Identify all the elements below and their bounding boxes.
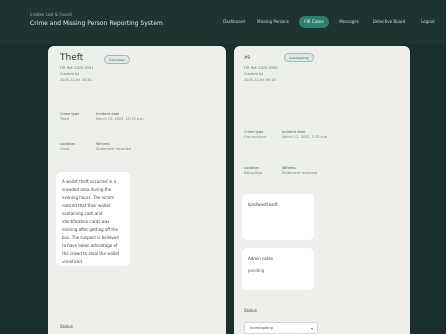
status-select[interactable]: Investigating ▾ (244, 322, 318, 334)
case-description-text: A wallet theft occurred in a crowded are… (62, 179, 120, 264)
nav-messages[interactable]: Messages (335, 16, 363, 28)
field-value-location: Court (60, 147, 70, 151)
nav-missing-persons[interactable]: Missing Persons (253, 16, 293, 28)
status-label: Status (244, 308, 257, 313)
top-navbar: Insidex Lost & Found Crime and Missing P… (0, 0, 446, 44)
chevron-down-icon: ▾ (310, 326, 313, 331)
field-value-incident-date: March 15, 2025, 10:15 p.m. (96, 117, 145, 121)
field-value-witness: Statement recorded (282, 171, 318, 175)
field-value-witness: Statement recorded (96, 147, 132, 151)
case-card-theft: Theft Submitted FIR Ref: 2025-0001 Creat… (48, 46, 226, 334)
status-badge: Submitted (104, 55, 130, 64)
nav-dashboard[interactable]: Dashboard (219, 16, 249, 28)
field-value-incident-date: March 12, 2025, 3:15 p.m. (282, 135, 329, 139)
field-value-location: Kollupitiya (244, 171, 263, 175)
status-badge: Investigating (284, 53, 314, 62)
status-select-value: Investigating (250, 326, 273, 330)
status-label: Status (60, 324, 73, 329)
case-card-9: #9 Investigating FIR Ref: 2025-0009 Crea… (234, 46, 410, 334)
admin-notes-text: pending (248, 268, 265, 273)
nav-logout[interactable]: Logout (418, 16, 438, 28)
case-description: A wallet theft occurred in a crowded are… (56, 172, 130, 266)
case-id: #9 (244, 55, 250, 60)
case-meta-date: 2025-12-05 10:30 (60, 78, 92, 82)
nav-menu: Dashboard Missing Persons FIR Cases Mess… (0, 16, 446, 28)
nav-detective-board[interactable]: Detective Board (367, 16, 411, 28)
field-value-crime-type: Fire accident (244, 135, 267, 139)
nav-fir-cases[interactable]: FIR Cases (299, 16, 329, 28)
case-description-text: kjasfwesfkasdf (248, 202, 278, 207)
case-description: kjasfwesfkasdf (242, 194, 314, 240)
admin-notes-title: Admin notes (248, 256, 274, 261)
app-root: Insidex Lost & Found Crime and Missing P… (0, 0, 446, 334)
case-title: Theft (60, 53, 84, 63)
admin-notes: Admin notes pending (242, 248, 314, 290)
case-meta-date: 2025-12-05 09:15 (244, 78, 276, 82)
field-value-crime-type: Theft (60, 117, 70, 121)
